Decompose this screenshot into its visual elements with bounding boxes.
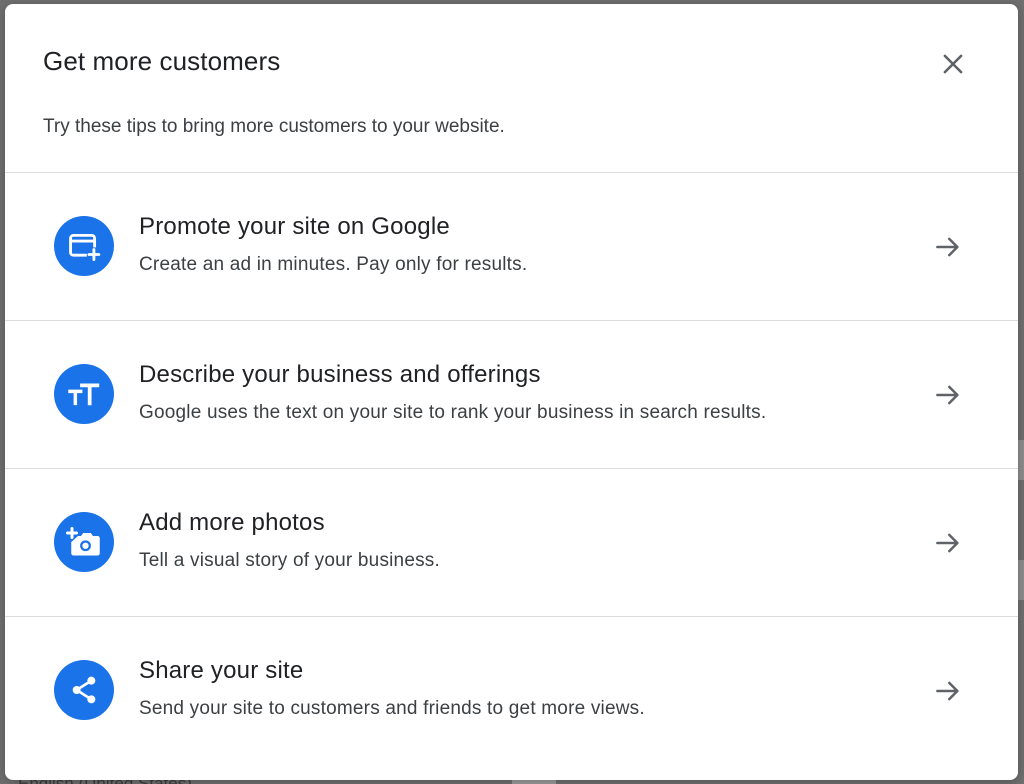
tip-title: Add more photos — [139, 509, 325, 536]
close-icon — [943, 54, 963, 74]
arrow-right-icon — [936, 237, 959, 257]
arrow-right-icon — [936, 385, 959, 405]
share-icon — [72, 676, 96, 704]
tip-description: Create an ad in minutes. Pay only for re… — [139, 254, 528, 275]
arrow-right-icon — [936, 533, 959, 553]
dialog-subtitle: Try these tips to bring more customers t… — [43, 116, 505, 137]
background-element — [1018, 440, 1024, 480]
tip-arrow — [932, 527, 964, 559]
get-more-customers-dialog: Get more customers Try these tips to bri… — [5, 4, 1018, 780]
tip-icon-badge — [54, 660, 114, 720]
tips-list: Promote your site on Google Create an ad… — [5, 172, 1018, 764]
tip-add-photos[interactable]: Add more photos Tell a visual story of y… — [5, 469, 1018, 617]
add-photo-icon — [66, 527, 100, 556]
arrow-right-icon — [936, 681, 959, 701]
tip-title: Share your site — [139, 657, 304, 684]
tip-arrow — [932, 379, 964, 411]
close-button[interactable] — [933, 44, 973, 84]
background-element — [1018, 560, 1024, 600]
dialog-title: Get more customers — [43, 46, 281, 76]
tip-description: Tell a visual story of your business. — [139, 550, 440, 571]
tip-icon-badge — [54, 512, 114, 572]
ad-window-add-icon — [69, 233, 101, 262]
tip-title: Promote your site on Google — [139, 213, 450, 240]
tip-promote-site[interactable]: Promote your site on Google Create an ad… — [5, 173, 1018, 321]
tip-description: Google uses the text on your site to ran… — [139, 402, 767, 423]
tip-icon-badge — [54, 216, 114, 276]
tip-describe-business[interactable]: Describe your business and offerings Goo… — [5, 321, 1018, 469]
tip-share-site[interactable]: Share your site Send your site to custom… — [5, 617, 1018, 764]
tip-arrow — [932, 231, 964, 263]
tip-title: Describe your business and offerings — [139, 361, 541, 388]
tip-icon-badge — [54, 364, 114, 424]
tip-arrow — [932, 675, 964, 707]
tip-description: Send your site to customers and friends … — [139, 698, 645, 719]
text-size-icon — [68, 383, 100, 406]
